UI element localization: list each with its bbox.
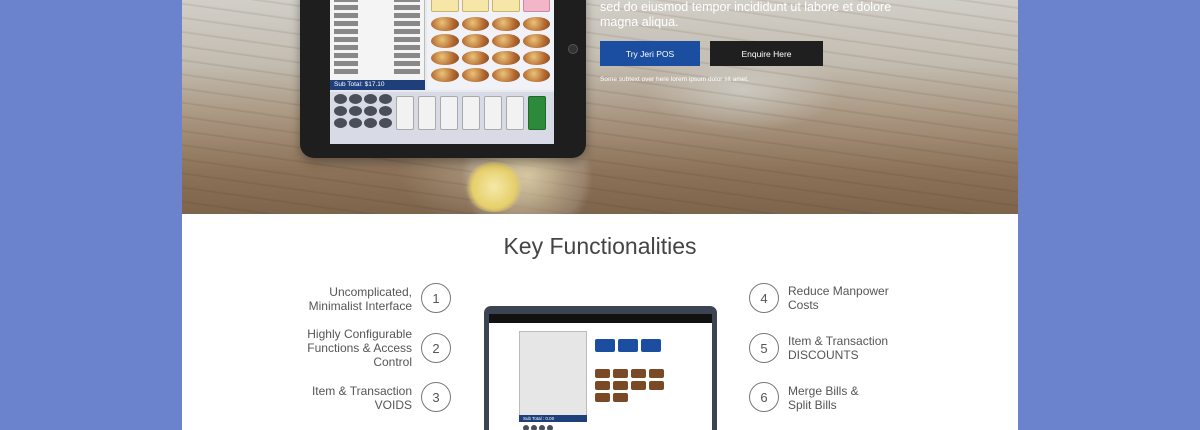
- food-item-image: [492, 51, 520, 65]
- category-button: [618, 339, 638, 352]
- fn-key: [418, 96, 436, 130]
- food-item-image: [492, 34, 520, 48]
- food-item-image: [461, 68, 489, 82]
- laptop-key: [547, 425, 553, 430]
- item-button: [613, 381, 628, 390]
- food-item-image: [492, 68, 520, 82]
- fn-key: [440, 96, 458, 130]
- food-item-image: [461, 17, 489, 31]
- food-item-image: [522, 68, 550, 82]
- feature-6-text: Merge Bills & Split Bills: [788, 384, 859, 412]
- hero-text-line2: magna aliqua.: [600, 15, 679, 29]
- fn-key-green: [528, 96, 546, 130]
- hero-subtext: Some subtext over here lorem ipsum dolor…: [600, 76, 749, 83]
- laptop-key: [531, 425, 537, 430]
- laptop-screen-topbar: [489, 314, 712, 323]
- food-item-image: [522, 34, 550, 48]
- laptop-key: [523, 425, 529, 430]
- item-button: [595, 393, 610, 402]
- tablet-subtotal: Sub Total: $17.10: [330, 80, 425, 90]
- menu-tab: [431, 0, 459, 12]
- category-button: [595, 339, 615, 352]
- order-list: [330, 0, 425, 82]
- food-item-image: [492, 17, 520, 31]
- laptop-screen: Sub Total : 0.00: [489, 314, 712, 430]
- try-jeri-pos-button[interactable]: Try Jeri POS: [600, 41, 700, 66]
- food-item-image: [431, 68, 459, 82]
- hero-text-line1: sed do eiusmod tempor incididunt ut labo…: [600, 0, 892, 14]
- section-title: Key Functionalities: [503, 233, 697, 259]
- item-button: [631, 369, 646, 378]
- laptop-mockup: Sub Total : 0.00: [484, 306, 717, 430]
- laptop-key: [539, 425, 545, 430]
- fn-key: [484, 96, 502, 130]
- menu-tab: [461, 0, 489, 12]
- item-button: [649, 381, 664, 390]
- tablet-mockup: Sub Total: $17.10: [300, 0, 586, 158]
- lemon-image: [464, 162, 524, 212]
- food-item-image: [461, 34, 489, 48]
- hero-text: sed do eiusmod tempor incididunt ut labo…: [600, 0, 900, 30]
- feature-1-number: 1: [421, 283, 451, 313]
- item-button: [613, 369, 628, 378]
- food-item-image: [431, 17, 459, 31]
- feature-5-text: Item & Transaction DISCOUNTS: [788, 334, 889, 362]
- item-button: [613, 393, 628, 402]
- enquire-here-button[interactable]: Enquire Here: [710, 41, 823, 66]
- feature-6-number: 6: [749, 382, 779, 412]
- feature-2-number: 2: [421, 333, 451, 363]
- feature-5-number: 5: [749, 333, 779, 363]
- fn-key: [506, 96, 524, 130]
- feature-1-text: Uncomplicated, Minimalist Interface: [308, 285, 412, 313]
- food-item-image: [431, 34, 459, 48]
- menu-panel: [427, 0, 554, 90]
- laptop-subtotal: Sub Total : 0.00: [519, 415, 587, 422]
- feature-4-number: 4: [749, 283, 779, 313]
- tablet-home-button: [568, 44, 578, 54]
- feature-2-text: Highly Configurable Functions & Access C…: [307, 327, 412, 369]
- page-frame: Sub Total: $17.10 sed do eiusmod tempor …: [182, 0, 1018, 430]
- item-button: [595, 369, 610, 378]
- item-button: [631, 381, 646, 390]
- food-item-image: [431, 51, 459, 65]
- category-button: [641, 339, 661, 352]
- fn-key: [462, 96, 480, 130]
- menu-tab: [492, 0, 520, 12]
- hero-section: Sub Total: $17.10 sed do eiusmod tempor …: [182, 0, 1018, 214]
- feature-3-number: 3: [421, 382, 451, 412]
- pos-screen: Sub Total: $17.10: [330, 0, 554, 144]
- feature-3-text: Item & Transaction VOIDS: [311, 384, 412, 412]
- food-item-image: [522, 51, 550, 65]
- feature-4-text: Reduce Manpower Costs: [788, 284, 889, 312]
- menu-tab: [522, 0, 550, 12]
- item-button: [649, 369, 664, 378]
- item-button: [595, 381, 610, 390]
- keypad-area: [330, 92, 554, 144]
- laptop-order-list: [519, 331, 587, 417]
- food-item-image: [522, 17, 550, 31]
- fn-key: [396, 96, 414, 130]
- food-item-image: [461, 51, 489, 65]
